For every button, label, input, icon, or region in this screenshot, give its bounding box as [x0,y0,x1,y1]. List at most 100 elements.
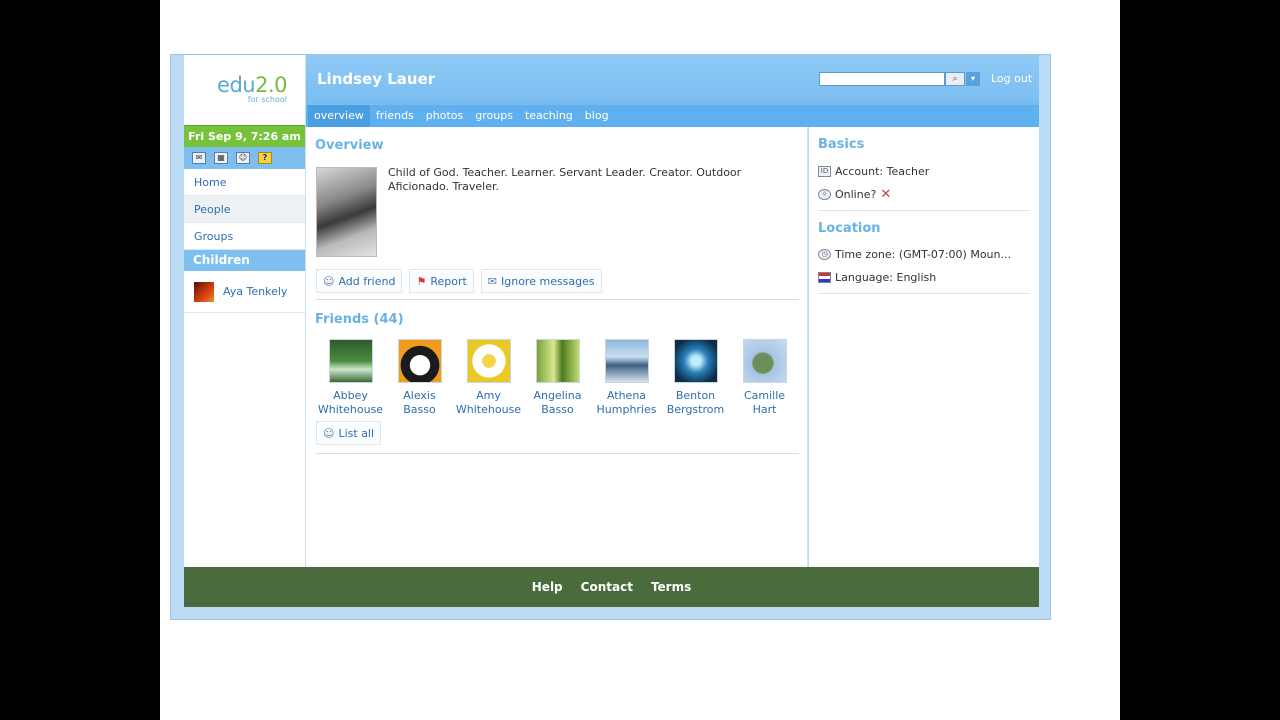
friend-last-name: Hart [752,403,777,416]
friend-card[interactable]: Camille Hart [730,337,799,417]
friend-first-name: Abbey [333,389,368,402]
sidebar-item-people[interactable]: People [184,196,305,223]
friend-card[interactable]: Amy Whitehouse [454,337,523,417]
logo[interactable]: edu2.0 for school [184,55,305,125]
friend-first-name: Alexis [403,389,436,402]
account-label: Account: Teacher [835,165,930,178]
tab-friends[interactable]: friends [370,105,420,127]
friend-last-name: Whitehouse [317,403,384,416]
friend-last-name: Bergstrom [666,403,725,416]
search-button[interactable]: ⌕ [945,72,965,86]
friend-last-name: Basso [403,403,436,416]
status-icon: ☼ [818,189,831,200]
offline-x-icon: ✕ [880,187,892,202]
mail-icon[interactable]: ✉ [192,152,206,164]
screen: edu2.0 for school Fri Sep 9, 7:26 am ✉ ▦… [160,0,1120,720]
add-friend-icon: ☺ [323,274,335,288]
friend-first-name: Camille [743,389,786,402]
child-item[interactable]: Aya Tenkely [184,271,305,313]
friend-card[interactable]: Athena Humphries [592,337,661,417]
browser-window: edu2.0 for school Fri Sep 9, 7:26 am ✉ ▦… [170,54,1051,620]
divider [316,299,799,300]
friend-card[interactable]: Angelina Basso [523,337,592,417]
friend-avatar [328,339,373,383]
page-title: Lindsey Lauer [317,70,436,88]
child-avatar [194,281,214,302]
account-row: ID Account: Teacher [818,165,929,178]
help-icon[interactable]: ? [258,152,272,164]
friend-avatar [397,339,442,383]
tab-teaching[interactable]: teaching [519,105,579,127]
friend-first-name: Amy [476,389,501,402]
friend-avatar [604,339,649,383]
footer: Help Contact Terms [184,567,1039,607]
people-icon: ☺ [323,426,335,440]
people-icon[interactable]: ☺ [236,152,250,164]
language-label: Language: English [835,271,937,284]
search-input[interactable] [819,72,945,86]
friend-avatar [535,339,580,383]
id-card-icon: ID [818,166,831,177]
tab-bar: overview friends photos groups teaching … [306,105,1039,127]
footer-contact-link[interactable]: Contact [581,580,633,594]
divider [818,210,1030,211]
friends-grid: Abbey Whitehouse Alexis Basso Amy Whitehous… [316,337,799,417]
right-column: Basics ID Account: Teacher ☼ Online? ✕ Loca… [809,127,1039,567]
divider [316,453,799,454]
child-name[interactable]: Aya Tenkely [223,285,287,298]
friend-first-name: Athena [606,389,647,402]
online-label: Online? [835,188,877,201]
search-dropdown-icon[interactable]: ▾ [966,72,980,86]
footer-help-link[interactable]: Help [532,580,563,594]
friend-avatar [742,339,787,383]
friend-last-name: Humphries [596,403,657,416]
logout-link[interactable]: Log out [991,72,1032,85]
report-button[interactable]: ⚑ Report [409,269,474,293]
friend-card[interactable]: Abbey Whitehouse [316,337,385,417]
ignore-messages-label: Ignore messages [501,274,595,288]
sidebar-item-groups[interactable]: Groups [184,223,305,250]
online-row: ☼ Online? ✕ [818,187,891,202]
clock-icon: ◷ [818,249,831,260]
friend-card[interactable]: Alexis Basso [385,337,454,417]
footer-terms-link[interactable]: Terms [651,580,691,594]
mail-block-icon: ✉ [487,274,497,288]
friend-avatar [673,339,718,383]
tab-overview[interactable]: overview [308,105,370,127]
date-time-bar: Fri Sep 9, 7:26 am [184,125,305,147]
header: Lindsey Lauer ⌕ ▾ Log out overview frien… [306,55,1039,127]
language-row: Language: English [818,271,936,284]
flag-icon: ⚑ [416,274,427,288]
friend-card[interactable]: Benton Bergstrom [661,337,730,417]
sidebar-icon-bar: ✉ ▦ ☺ ? [184,147,305,169]
ignore-messages-button[interactable]: ✉ Ignore messages [480,269,602,293]
add-friend-label: Add friend [338,274,396,288]
calendar-icon[interactable]: ▦ [214,152,228,164]
location-heading: Location [818,221,881,236]
children-heading: Children [184,250,305,271]
friend-avatar [466,339,511,383]
timezone-row: ◷ Time zone: (GMT-07:00) Moun... [818,248,1011,261]
friend-first-name: Angelina [533,389,582,402]
tab-blog[interactable]: blog [579,105,615,127]
divider [818,293,1030,294]
add-friend-button[interactable]: ☺ Add friend [316,269,403,293]
sidebar: edu2.0 for school Fri Sep 9, 7:26 am ✉ ▦… [184,55,306,567]
sidebar-item-home[interactable]: Home [184,169,305,196]
friend-first-name: Benton [675,389,716,402]
profile-photo [316,167,377,257]
tab-photos[interactable]: photos [420,105,469,127]
timezone-label: Time zone: (GMT-07:00) Moun... [835,248,1011,261]
friends-heading: Friends (44) [315,312,404,327]
friend-last-name: Basso [541,403,574,416]
report-label: Report [430,274,467,288]
profile-actions: ☺ Add friend ⚑ Report ✉ Ignore messages [316,269,602,293]
list-all-label: List all [338,426,375,440]
sidebar-nav: Home People Groups [184,169,305,250]
friend-last-name: Whitehouse [455,403,522,416]
overview-heading: Overview [315,138,384,153]
list-all-button[interactable]: ☺ List all [316,421,382,445]
basics-heading: Basics [818,137,865,152]
logo-text: edu2.0 [217,73,287,97]
tab-groups[interactable]: groups [469,105,519,127]
